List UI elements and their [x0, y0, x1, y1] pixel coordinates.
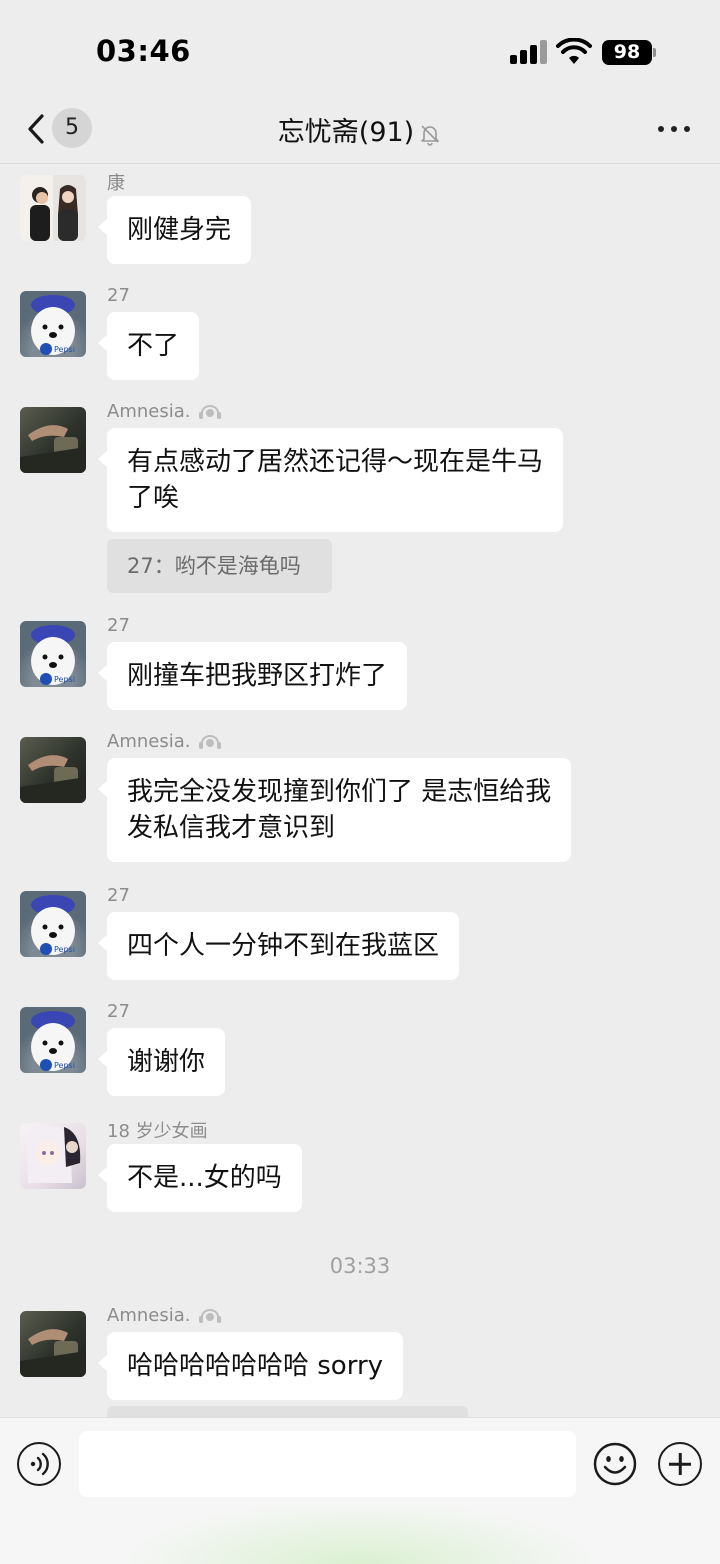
status-bar: 03:46 98: [0, 0, 720, 100]
avatar[interactable]: [20, 1123, 86, 1189]
avatar[interactable]: [20, 407, 86, 473]
message-bubble[interactable]: 有点感动了居然还记得～现在是牛马 了唉: [97, 428, 564, 532]
message-bubble[interactable]: 我完全没发现撞到你们了 是志恒给我 发私信我才意识到: [97, 758, 572, 862]
ear-icon: [199, 405, 222, 419]
ellipsis-icon[interactable]: [654, 114, 694, 144]
wifi-icon: [556, 38, 592, 64]
avatar[interactable]: Pepsi: [20, 891, 86, 957]
ear-icon: [199, 1309, 222, 1323]
avatar[interactable]: Pepsi: [20, 1007, 86, 1073]
sender-name: 18 岁少女画: [107, 1121, 208, 1142]
message-line: 了唉: [127, 483, 180, 513]
avatar[interactable]: Pepsi: [20, 291, 86, 357]
chat-title[interactable]: 忘忧斋(91): [0, 110, 720, 149]
sender-name: 27: [107, 615, 130, 636]
message-bubble[interactable]: 不是...女的吗: [98, 1144, 302, 1212]
message-bubble[interactable]: 不了: [97, 312, 200, 380]
ear-icon: [199, 735, 222, 749]
background-glow: [120, 1500, 600, 1564]
message-line: 发私信我才意识到: [127, 813, 336, 843]
message-input[interactable]: [79, 1431, 576, 1497]
svg-text:Pepsi: Pepsi: [54, 345, 75, 354]
avatar[interactable]: [20, 737, 86, 803]
svg-text:Pepsi: Pepsi: [54, 945, 75, 954]
sender-name: 27: [107, 285, 130, 306]
sender-name-text: Amnesia.: [107, 1305, 191, 1326]
message-bubble[interactable]: 谢谢你: [97, 1028, 226, 1096]
sender-name-text: Amnesia.: [107, 731, 191, 752]
battery-tip: [653, 48, 656, 57]
quoted-reply-partial: [107, 1406, 468, 1417]
message-timestamp: 03:33: [329, 1254, 391, 1278]
chat-title-text: 忘忧斋(91): [277, 117, 415, 148]
sender-name: Amnesia.: [107, 731, 222, 752]
svg-text:Pepsi: Pepsi: [54, 1061, 75, 1070]
message-bubble[interactable]: 四个人一分钟不到在我蓝区: [97, 912, 460, 980]
sender-name: 27: [107, 1001, 130, 1022]
avatar[interactable]: [20, 175, 86, 241]
message-bubble[interactable]: 刚撞车把我野区打炸了: [97, 642, 408, 710]
chat-header: 5 忘忧斋(91): [0, 100, 720, 164]
message-line: 有点感动了居然还记得～现在是牛马: [127, 447, 544, 477]
plus-icon[interactable]: [658, 1442, 702, 1486]
avatar[interactable]: [20, 1311, 86, 1377]
sender-name: 康: [107, 173, 125, 194]
voice-icon[interactable]: [17, 1442, 61, 1486]
sender-name: Amnesia.: [107, 401, 222, 422]
battery-icon: 98: [602, 40, 652, 65]
svg-text:Pepsi: Pepsi: [54, 675, 75, 684]
sender-name-text: Amnesia.: [107, 401, 191, 422]
sender-name: 27: [107, 885, 130, 906]
smiley-icon[interactable]: [593, 1442, 637, 1486]
message-line: 我完全没发现撞到你们了 是志恒给我: [127, 777, 552, 807]
bell-slash-icon: [421, 124, 440, 146]
message-bubble[interactable]: 哈哈哈哈哈哈哈 sorry: [97, 1332, 404, 1400]
message-bubble[interactable]: 刚健身完: [97, 196, 252, 264]
status-time: 03:46: [96, 34, 191, 68]
avatar[interactable]: Pepsi: [20, 621, 86, 687]
sender-name: Amnesia.: [107, 1305, 222, 1326]
cellular-signal-icon: [510, 40, 548, 64]
quoted-reply[interactable]: 27：哟不是海龟吗: [107, 539, 332, 593]
